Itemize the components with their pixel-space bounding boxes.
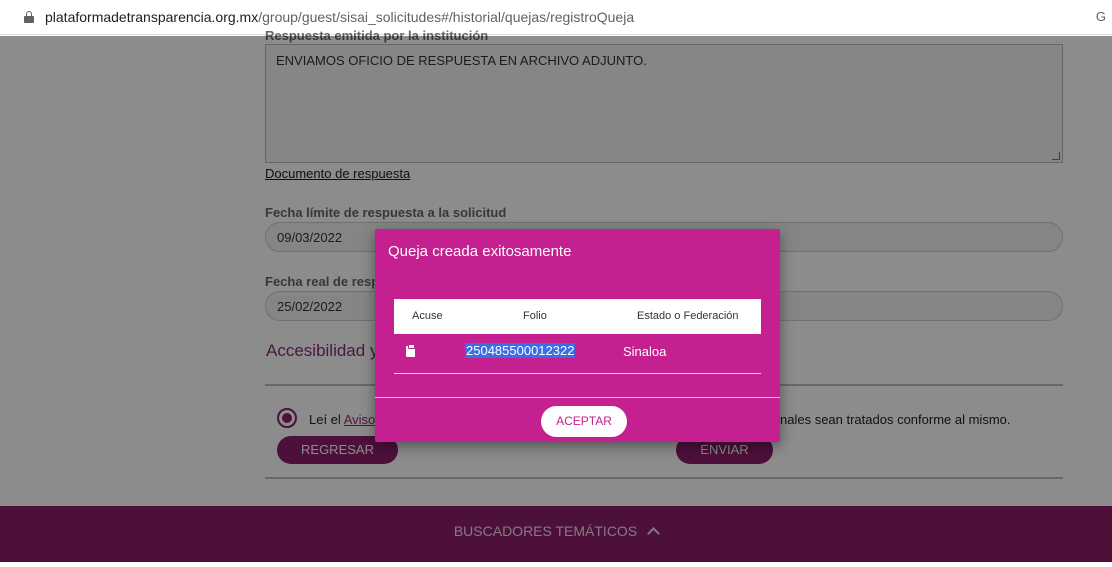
estado-value: Sinaloa [623,344,667,359]
lock-icon[interactable] [24,11,34,23]
google-icon[interactable]: G [1096,9,1106,24]
modal-divider [375,397,780,398]
bottom-strip [0,562,1112,567]
column-folio: Folio [523,310,547,322]
address-bar[interactable]: plataformadetransparencia.org.mx/group/g… [0,0,1112,35]
url-host: plataformadetransparencia.org.mx [45,9,259,25]
modal-title: Queja creada exitosamente [388,243,572,260]
accept-button[interactable]: ACEPTAR [541,406,627,437]
column-acuse: Acuse [412,310,443,322]
success-modal: Queja creada exitosamente Acuse Folio Es… [375,229,780,442]
clipboard-icon[interactable] [406,344,415,357]
folio-value[interactable]: 250485500012322 [465,343,576,358]
column-estado: Estado o Federación [637,310,739,322]
table-header: Acuse Folio Estado o Federación [394,299,761,334]
url-text[interactable]: plataformadetransparencia.org.mx/group/g… [45,9,634,25]
table-row: 250485500012322 Sinaloa [394,340,761,374]
url-path: /group/guest/sisai_solicitudes#/historia… [258,9,635,25]
